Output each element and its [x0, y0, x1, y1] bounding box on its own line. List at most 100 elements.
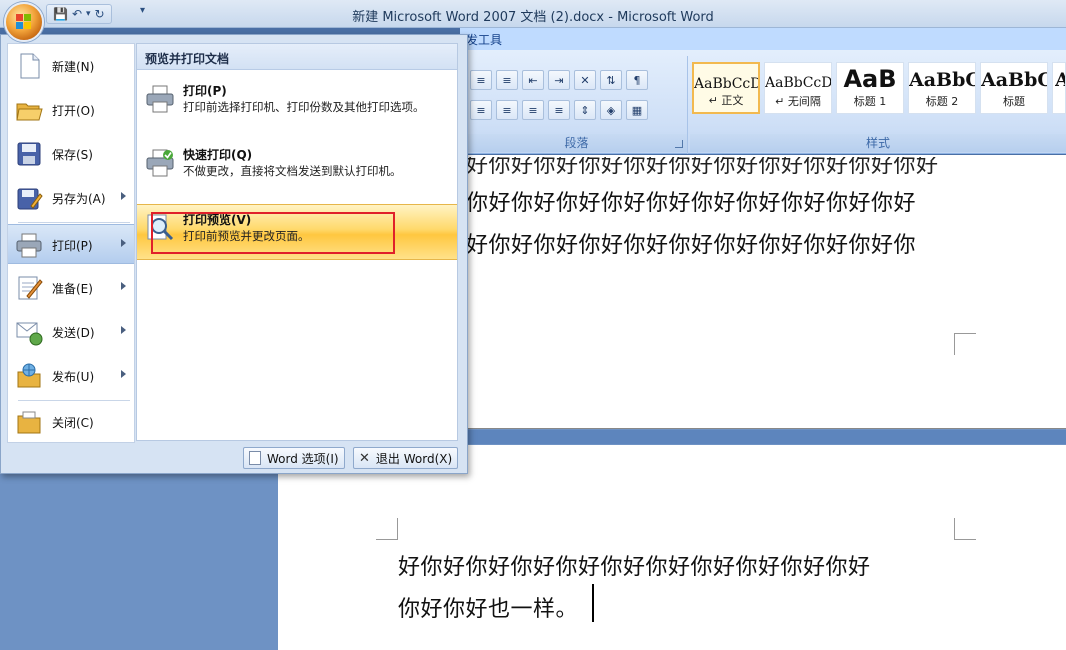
submenu-arrow-icon: [121, 370, 126, 378]
style-no-spacing[interactable]: AaBbCcD ↵ 无间隔: [764, 62, 832, 114]
office-menu-footer: Word 选项(I) ✕ 退出 Word(X): [7, 445, 461, 471]
submenu-item-quick-print[interactable]: 快速打印(Q) 不做更改，直接将文档发送到默认打印机。: [137, 140, 457, 196]
prepare-icon: [18, 276, 43, 300]
menu-item-send[interactable]: 发送(D): [8, 312, 134, 352]
document-page-2[interactable]: 好你好你好你好你好你好你好你好你好你好你好 你好你好也一样。: [278, 445, 1066, 650]
send-icon: [16, 322, 43, 346]
style-heading-2[interactable]: AaBbC 标题 2: [908, 62, 976, 114]
menu-item-save-as[interactable]: 另存为(A): [8, 178, 134, 218]
doc-line: 你好你好也一样。: [398, 597, 579, 622]
menu-item-label: 打印(P): [52, 239, 93, 253]
menu-separator: [18, 222, 130, 223]
window-title: 新建 Microsoft Word 2007 文档 (2).docx - Mic…: [352, 10, 714, 25]
printer-icon: [146, 85, 174, 113]
save-disk-icon: [17, 142, 41, 166]
style-sample: AaB: [843, 65, 897, 93]
align-left-icon[interactable]: ≡: [470, 100, 492, 120]
decrease-indent-icon[interactable]: ⇤: [522, 70, 544, 90]
shading-icon[interactable]: ◈: [600, 100, 622, 120]
menu-item-label: 打开(O): [52, 104, 95, 118]
menu-item-label: 另存为(A): [52, 192, 106, 206]
style-normal[interactable]: AaBbCcD ↵ 正文: [692, 62, 760, 114]
line-spacing-icon[interactable]: ⇕: [574, 100, 596, 120]
paragraph-group: ≡ ≡ ⇤ ⇥ ✕ ⇅ ¶ ≡ ≡ ≡ ≡ ⇕ ◈ ▦ 段落: [466, 56, 688, 154]
style-name: 标题: [1003, 95, 1025, 108]
style-title[interactable]: AaBbC 标题: [980, 62, 1048, 114]
options-icon: [249, 451, 261, 465]
numbering-icon[interactable]: ≡: [470, 70, 492, 90]
style-sample: AaBbCcD: [765, 75, 831, 91]
highlight-annotation-box: [151, 212, 395, 254]
sort-icon[interactable]: ⇅: [600, 70, 622, 90]
doc-line: 好你好你好你好你好你好你好你好你好你好你: [466, 233, 917, 258]
multilevel-list-icon[interactable]: ≡: [496, 70, 518, 90]
office-button[interactable]: [4, 2, 44, 42]
style-name: 标题 1: [853, 95, 887, 108]
ribbon-tabs: 发工具: [460, 28, 1066, 50]
submenu-item-print-preview[interactable]: 打印预览(V) 打印前预览并更改页面。: [137, 204, 457, 260]
save-as-icon: [17, 188, 43, 210]
menu-item-print[interactable]: 打印(P): [8, 224, 134, 264]
paragraph-group-label: 段落: [466, 134, 687, 152]
menu-item-save[interactable]: 保存(S): [8, 134, 134, 174]
menu-item-open[interactable]: 打开(O): [8, 90, 134, 130]
submenu-arrow-icon: [121, 326, 126, 334]
style-subtitle[interactable]: A: [1052, 62, 1066, 114]
style-name: 标题 2: [925, 95, 959, 108]
tab-developer[interactable]: 发工具: [466, 31, 502, 48]
show-marks-icon[interactable]: ¶: [626, 70, 648, 90]
distribute-icon[interactable]: ≡: [548, 100, 570, 120]
print-submenu-panel: 预览并打印文档 打印(P) 打印前选择打印机、打印份数及其他打印选项。 快速打印…: [136, 43, 458, 441]
menu-item-close[interactable]: 关闭(C): [8, 402, 134, 442]
page-margin-marker: [954, 333, 976, 355]
title-bar: 💾 ↶ ▾ ↻ ▾ 新建 Microsoft Word 2007 文档 (2).…: [0, 0, 1066, 28]
menu-item-publish[interactable]: 发布(U): [8, 356, 134, 396]
style-name: ↵ 正文: [708, 94, 744, 107]
submenu-item-desc: 不做更改，直接将文档发送到默认打印机。: [183, 164, 402, 178]
exit-word-button[interactable]: ✕ 退出 Word(X): [353, 447, 459, 469]
submenu-arrow-icon: [121, 239, 126, 247]
borders-icon[interactable]: ▦: [626, 100, 648, 120]
submenu-item-title: 打印(P): [183, 84, 227, 98]
submenu-arrow-icon: [121, 282, 126, 290]
align-right-icon[interactable]: ≡: [496, 100, 518, 120]
printer-icon: [16, 233, 42, 258]
menu-item-label: 发布(U): [52, 370, 95, 384]
quick-print-icon: [146, 149, 174, 177]
office-logo-icon: [16, 14, 32, 30]
submenu-arrow-icon: [121, 192, 126, 200]
page-margin-marker: [376, 518, 398, 540]
style-heading-1[interactable]: AaB 标题 1: [836, 62, 904, 114]
menu-item-label: 保存(S): [52, 148, 93, 162]
menu-item-label: 关闭(C): [52, 416, 94, 430]
exit-word-label: 退出 Word(X): [375, 451, 453, 466]
menu-item-prepare[interactable]: 准备(E): [8, 268, 134, 308]
doc-line: 好你好你好你好你好你好你好你好你好你好你好: [398, 555, 871, 580]
panel-title: 预览并打印文档: [137, 44, 457, 70]
close-folder-icon: [17, 411, 41, 434]
style-sample: AaBbC: [981, 69, 1047, 91]
menu-item-label: 新建(N): [52, 60, 95, 74]
menu-item-label: 准备(E): [52, 282, 93, 296]
style-sample: A: [1055, 69, 1065, 91]
page-margin-marker: [954, 518, 976, 540]
style-name: ↵ 无间隔: [775, 95, 821, 108]
menu-item-label: 发送(D): [52, 326, 95, 340]
office-menu: 新建(N) 打开(O) 保存(S) 另存为(A) 打印(P) 准备(E) 发送(…: [0, 34, 468, 474]
submenu-item-desc: 打印前选择打印机、打印份数及其他打印选项。: [183, 100, 425, 114]
new-document-icon: [20, 53, 40, 79]
ribbon: ≡ ≡ ⇤ ⇥ ✕ ⇅ ¶ ≡ ≡ ≡ ≡ ⇕ ◈ ▦ 段落 AaBbCcD ↵…: [460, 50, 1066, 154]
style-sample: AaBbC: [909, 69, 975, 91]
publish-icon: [17, 363, 41, 388]
increase-indent-icon[interactable]: ⇥: [548, 70, 570, 90]
menu-item-new[interactable]: 新建(N): [8, 46, 134, 86]
office-menu-commands: 新建(N) 打开(O) 保存(S) 另存为(A) 打印(P) 准备(E) 发送(…: [7, 43, 135, 443]
word-options-button[interactable]: Word 选项(I): [243, 447, 345, 469]
close-x-icon: ✕: [359, 450, 370, 466]
paragraph-dialog-launcher-icon[interactable]: [675, 140, 683, 148]
chinese-layout-icon[interactable]: ✕: [574, 70, 596, 90]
justify-icon[interactable]: ≡: [522, 100, 544, 120]
submenu-item-print[interactable]: 打印(P) 打印前选择打印机、打印份数及其他打印选项。: [137, 76, 457, 132]
text-caret: [592, 584, 594, 622]
doc-line: 你好你好你好你好你好你好你好你好你好你好: [466, 191, 917, 216]
